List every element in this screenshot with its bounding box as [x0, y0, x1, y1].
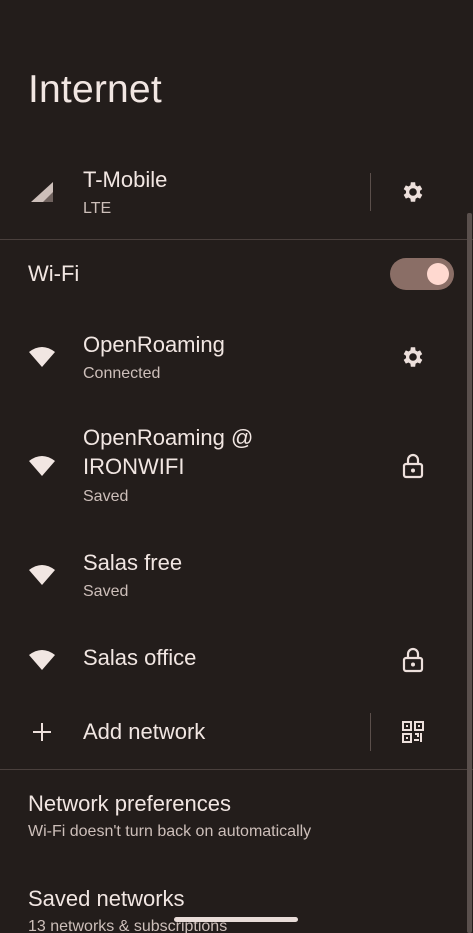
- preference-title: Saved networks: [28, 886, 185, 911]
- plus-icon: [26, 716, 58, 748]
- qr-code-scanner-icon[interactable]: [397, 716, 429, 748]
- cellular-signal-icon: [26, 176, 58, 208]
- page-title: Internet: [28, 68, 162, 111]
- wifi-signal-icon: [26, 450, 58, 482]
- add-network-label: Add network: [83, 719, 206, 744]
- wifi-toggle-switch[interactable]: [390, 258, 454, 290]
- network-name: OpenRoaming: [83, 332, 225, 357]
- wifi-network-row[interactable]: Salas free Saved: [0, 545, 473, 609]
- wifi-signal-icon: [26, 341, 58, 373]
- toggle-knob: [427, 263, 449, 285]
- network-type: LTE: [83, 200, 112, 217]
- saved-networks-row[interactable]: Saved networks 13 networks & subscriptio…: [0, 880, 473, 933]
- lock-icon: [397, 450, 429, 482]
- network-name: OpenRoaming @: [83, 425, 254, 450]
- divider: [370, 173, 371, 211]
- preference-title: Network preferences: [28, 791, 231, 816]
- network-status: Connected: [83, 365, 161, 382]
- lock-icon: [397, 644, 429, 676]
- wifi-network-row[interactable]: OpenRoaming Connected: [0, 325, 473, 393]
- wifi-network-row[interactable]: Salas office: [0, 640, 473, 680]
- wifi-network-row[interactable]: OpenRoaming @ IRONWIFI Saved: [0, 420, 473, 512]
- divider: [370, 713, 371, 751]
- wifi-signal-icon: [26, 559, 58, 591]
- mobile-settings-gear-icon[interactable]: [397, 176, 429, 208]
- network-name: Salas free: [83, 550, 183, 575]
- scrollbar[interactable]: [467, 213, 472, 933]
- gesture-navigation-handle[interactable]: [174, 917, 298, 922]
- wifi-signal-icon: [26, 644, 58, 676]
- network-status: Saved: [83, 583, 129, 600]
- add-network-row[interactable]: Add network: [0, 712, 473, 752]
- network-settings-gear-icon[interactable]: [397, 341, 429, 373]
- network-preferences-row[interactable]: Network preferences Wi-Fi doesn't turn b…: [0, 785, 473, 845]
- mobile-network-row[interactable]: T-Mobile LTE: [0, 160, 473, 224]
- network-name: Salas office: [83, 645, 197, 670]
- network-name-line2: IRONWIFI: [83, 454, 185, 479]
- wifi-label: Wi-Fi: [28, 261, 80, 286]
- section-divider: [0, 239, 473, 240]
- carrier-name: T-Mobile: [83, 167, 168, 192]
- section-divider: [0, 769, 473, 770]
- preference-subtitle: Wi-Fi doesn't turn back on automatically: [28, 823, 312, 840]
- network-status: Saved: [83, 488, 129, 505]
